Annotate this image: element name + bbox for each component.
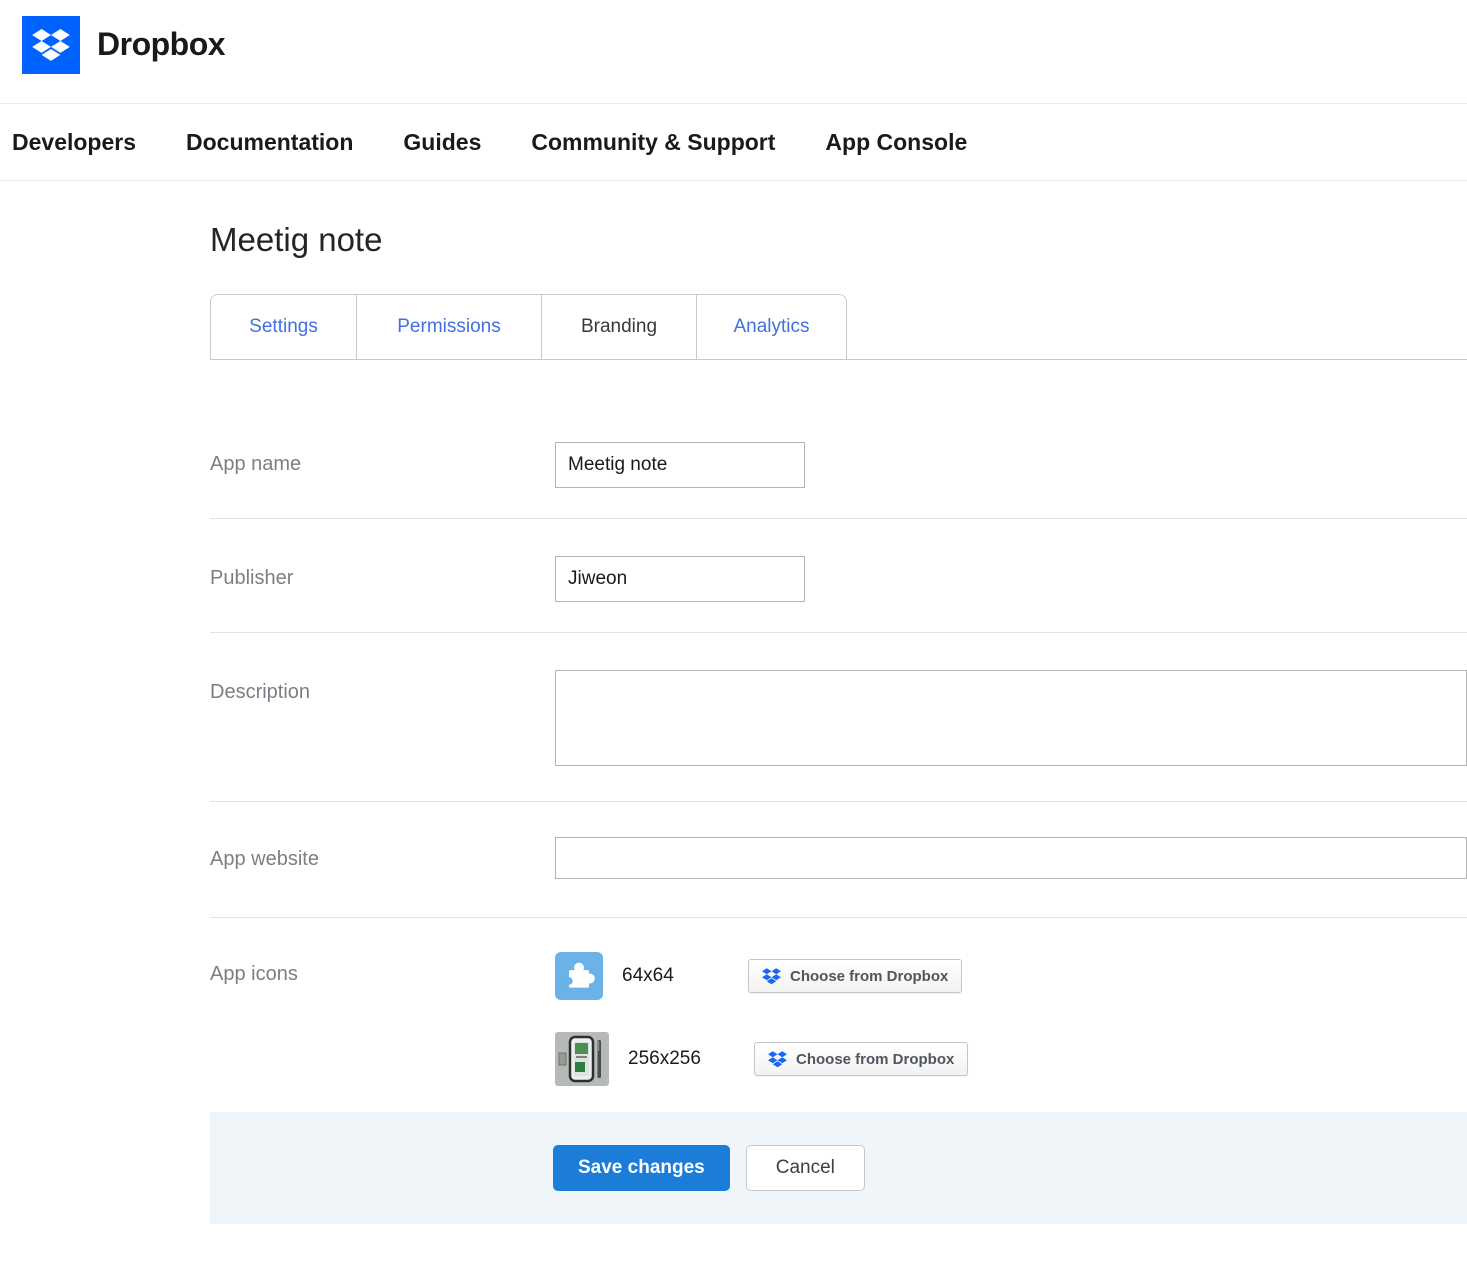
- app-website-input[interactable]: [555, 837, 1467, 879]
- tab-bar: Settings Permissions Branding Analytics: [210, 294, 1467, 360]
- icon-size-64-label: 64x64: [622, 965, 674, 986]
- cancel-button[interactable]: Cancel: [745, 1145, 865, 1191]
- choose-from-dropbox-button-256[interactable]: Choose from Dropbox: [754, 1042, 969, 1076]
- app-name-input[interactable]: [555, 442, 805, 488]
- form-row-description: Description: [210, 633, 1467, 802]
- icon-size-256-label: 256x256: [628, 1048, 701, 1069]
- tab-permissions[interactable]: Permissions: [356, 295, 541, 359]
- app-header: Dropbox: [0, 0, 1467, 103]
- description-textarea[interactable]: [555, 670, 1467, 766]
- choose-from-dropbox-button-64[interactable]: Choose from Dropbox: [748, 959, 963, 993]
- dropbox-logo[interactable]: [22, 16, 80, 74]
- top-navigation: Developers Documentation Guides Communit…: [0, 103, 1467, 181]
- choose-button-label: Choose from Dropbox: [790, 967, 949, 985]
- publisher-label: Publisher: [210, 567, 294, 589]
- app-icon-row-256: 256x256 Choose from Dropbox: [555, 1032, 1467, 1086]
- dropbox-glyph-icon: [762, 967, 781, 985]
- puzzle-icon: [555, 952, 603, 1000]
- form-row-app-icons: App icons 64x64 Choose from Dropbox 256x…: [210, 918, 1467, 1112]
- brand-wordmark: Dropbox: [97, 26, 226, 62]
- choose-button-label: Choose from Dropbox: [796, 1050, 955, 1068]
- form-row-app-name: App name: [210, 360, 1467, 519]
- description-label: Description: [210, 681, 311, 703]
- page-title: Meetig note: [210, 221, 383, 258]
- tab-branding[interactable]: Branding: [541, 295, 696, 359]
- app-icon-row-64: 64x64 Choose from Dropbox: [555, 952, 1467, 1000]
- form-row-app-website: App website: [210, 802, 1467, 918]
- app-website-label: App website: [210, 848, 319, 870]
- tab-settings[interactable]: Settings: [211, 295, 356, 359]
- publisher-input[interactable]: [555, 556, 805, 602]
- save-changes-button[interactable]: Save changes: [553, 1145, 730, 1191]
- form-row-publisher: Publisher: [210, 519, 1467, 633]
- dropbox-glyph-icon: [32, 28, 70, 62]
- tab-analytics[interactable]: Analytics: [696, 295, 846, 359]
- tab-group: Settings Permissions Branding Analytics: [210, 294, 847, 359]
- nav-item-app-console[interactable]: App Console: [825, 129, 967, 156]
- main-content: Meetig note Settings Permissions Brandin…: [210, 221, 1467, 1112]
- nav-item-developers[interactable]: Developers: [12, 129, 136, 156]
- nav-item-documentation[interactable]: Documentation: [186, 129, 353, 156]
- phone-photo-thumbnail: [555, 1032, 609, 1086]
- app-icons-label: App icons: [210, 963, 298, 985]
- nav-item-community-support[interactable]: Community & Support: [531, 129, 775, 156]
- nav-item-guides[interactable]: Guides: [403, 129, 481, 156]
- dropbox-glyph-icon: [768, 1050, 787, 1068]
- app-name-label: App name: [210, 453, 302, 475]
- form-action-bar: Save changes Cancel: [210, 1112, 1467, 1224]
